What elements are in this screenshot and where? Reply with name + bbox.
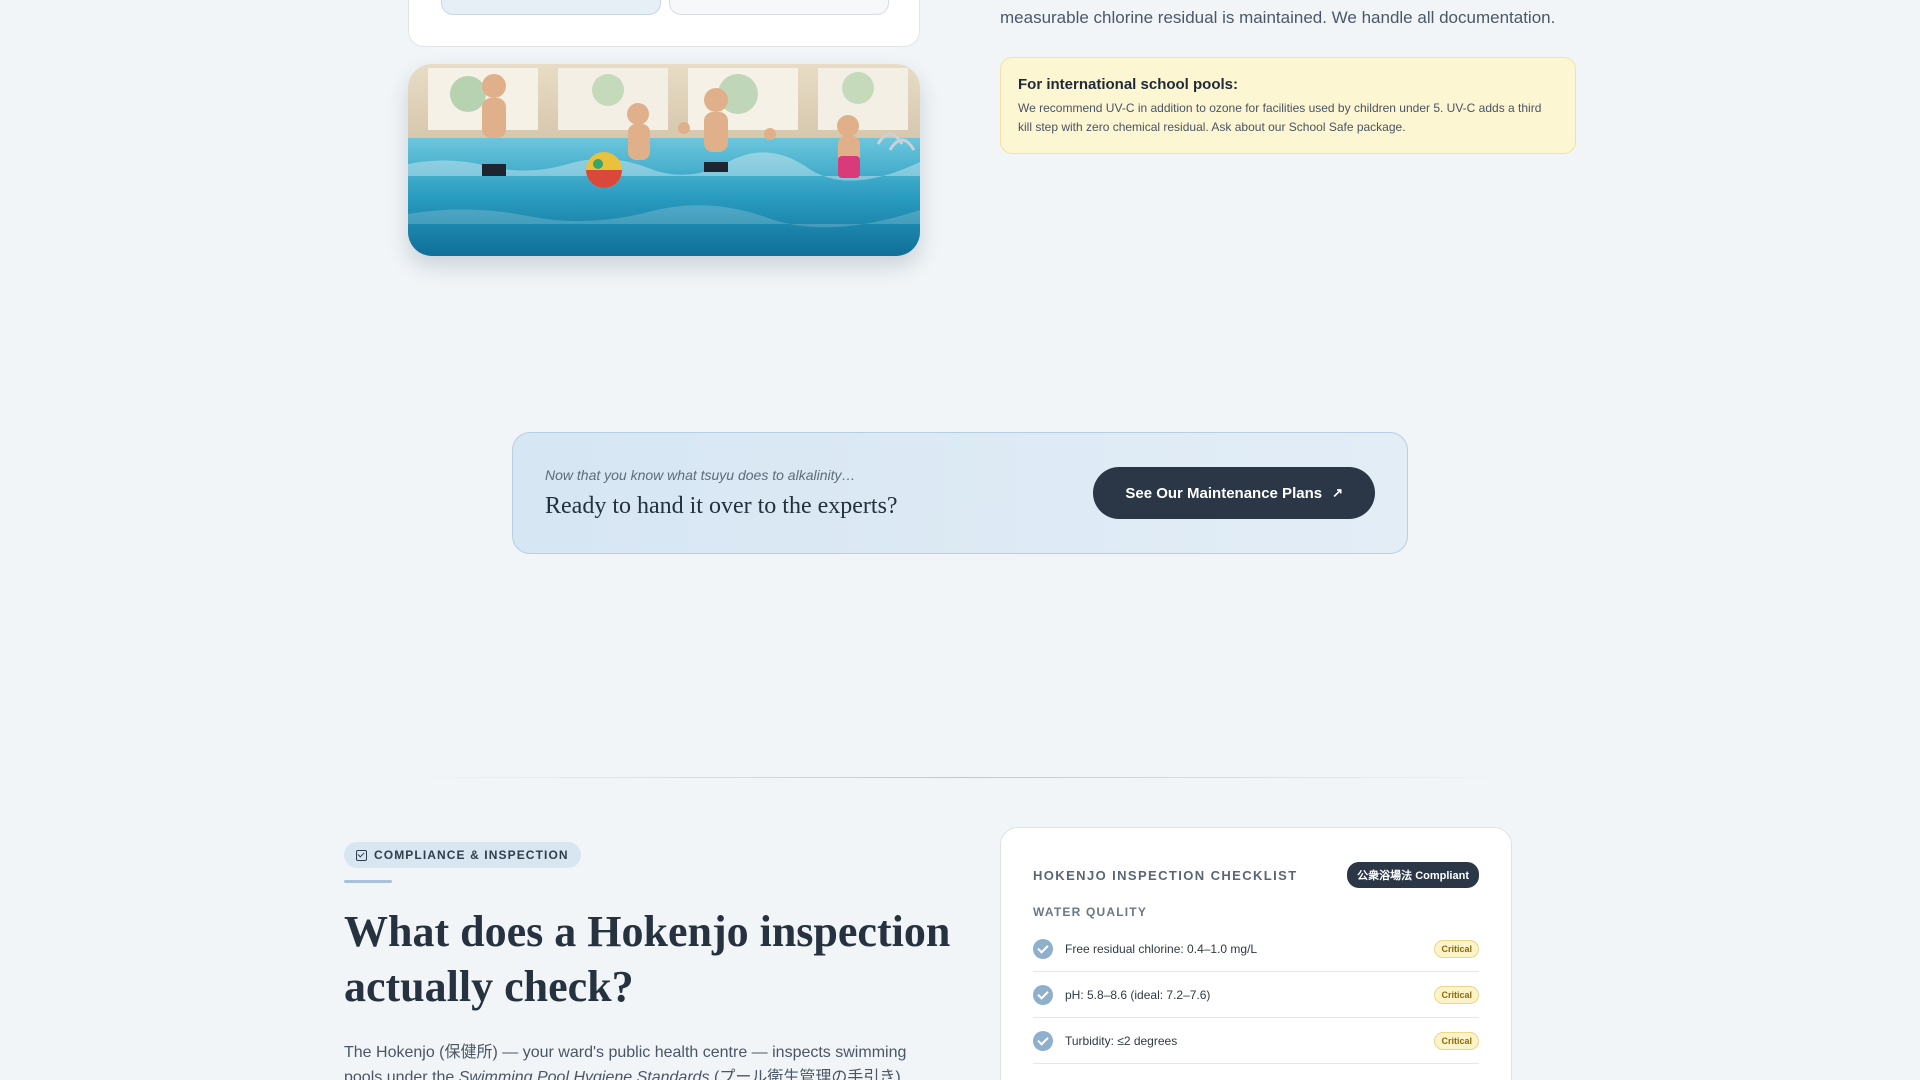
- school-pools-note: For international school pools: We recom…: [1000, 57, 1576, 154]
- section-body-line2-pre: pools under the: [344, 1069, 459, 1080]
- option-button-secondary[interactable]: [669, 0, 889, 15]
- standards-title: Swimming Pool Hygiene Standards: [458, 1069, 710, 1080]
- checklist-item-text: Turbidity: ≤2 degrees: [1065, 1033, 1178, 1048]
- note-title: For international school pools:: [1018, 76, 1239, 93]
- check-circle-icon: [1033, 1030, 1053, 1051]
- kids-pool-photo: [408, 64, 920, 256]
- checklist-items: Free residual chlorine: 0.4–1.0 mg/L Cri…: [1033, 926, 1479, 1064]
- option-button-primary[interactable]: [441, 0, 661, 15]
- checklist-item-text: pH: 5.8–8.6 (ideal: 7.2–7.6): [1065, 987, 1211, 1002]
- checklist-item-text: Free residual chlorine: 0.4–1.0 mg/L: [1065, 941, 1258, 956]
- check-circle-icon: [1033, 938, 1053, 959]
- checklist-item: Turbidity: ≤2 degrees Critical: [1033, 1018, 1479, 1064]
- section-body-line2-post: (プール衛生管理の手引き).: [709, 1069, 906, 1080]
- section-body-line1: The Hokenjo (保健所) — your ward's public h…: [344, 1044, 907, 1061]
- checkbox-icon: [356, 849, 367, 861]
- checklist-item: Free residual chlorine: 0.4–1.0 mg/L Cri…: [1033, 926, 1479, 972]
- check-circle-icon: [1033, 984, 1053, 1005]
- checklist-item: pH: 5.8–8.6 (ideal: 7.2–7.6) Critical: [1033, 972, 1479, 1018]
- note-body: We recommend UV-C in addition to ozone f…: [1018, 101, 1542, 134]
- section-divider: [400, 777, 1520, 778]
- top-paragraph-tail: measurable chlorine residual is maintain…: [1000, 8, 1556, 27]
- checklist-header: HOKENJO INSPECTION CHECKLIST 公衆浴場法 Compl…: [1033, 862, 1479, 888]
- pool-photo-illustration: [408, 64, 920, 256]
- section-body: The Hokenjo (保健所) — your ward's public h…: [344, 1040, 914, 1080]
- cta-heading: Ready to hand it over to the experts?: [545, 493, 898, 519]
- section-title: What does a Hokenjo inspection actually …: [344, 907, 951, 1011]
- critical-badge: Critical: [1434, 939, 1479, 958]
- compliance-badge: 公衆浴場法 Compliant: [1347, 862, 1479, 888]
- arrow-up-right-icon: ↗: [1332, 485, 1343, 500]
- tag-underline: [344, 880, 392, 883]
- top-card: [408, 0, 920, 47]
- critical-badge: Critical: [1434, 985, 1479, 1004]
- section-tag-label: COMPLIANCE & INSPECTION: [374, 848, 569, 862]
- section-tag: COMPLIANCE & INSPECTION: [344, 842, 581, 868]
- checklist-group-label: WATER QUALITY: [1033, 905, 1148, 919]
- critical-badge: Critical: [1434, 1031, 1479, 1050]
- checklist-title: HOKENJO INSPECTION CHECKLIST: [1033, 867, 1298, 883]
- cta-kicker: Now that you know what tsuyu does to alk…: [545, 467, 856, 483]
- maintenance-plans-button-label: See Our Maintenance Plans: [1125, 484, 1323, 502]
- maintenance-plans-button[interactable]: See Our Maintenance Plans ↗: [1093, 467, 1375, 519]
- inspection-checklist-card: HOKENJO INSPECTION CHECKLIST 公衆浴場法 Compl…: [1000, 827, 1512, 1080]
- cta-banner: Now that you know what tsuyu does to alk…: [512, 432, 1408, 554]
